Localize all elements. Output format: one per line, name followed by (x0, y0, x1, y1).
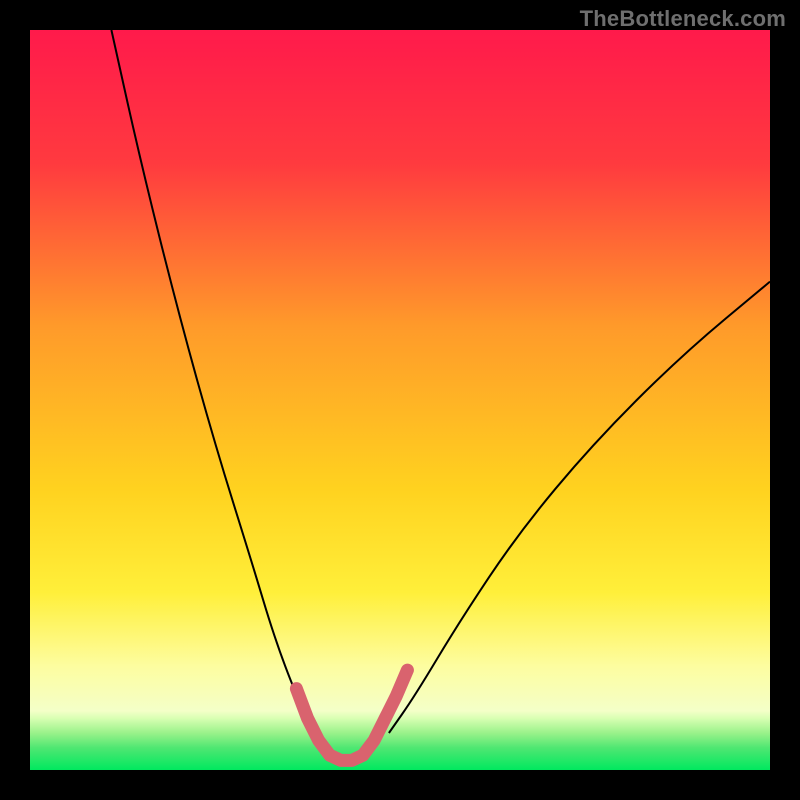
plot-background (30, 30, 770, 770)
chart-stage: TheBottleneck.com (0, 0, 800, 800)
bottleneck-chart (0, 0, 800, 800)
watermark-text: TheBottleneck.com (580, 6, 786, 32)
